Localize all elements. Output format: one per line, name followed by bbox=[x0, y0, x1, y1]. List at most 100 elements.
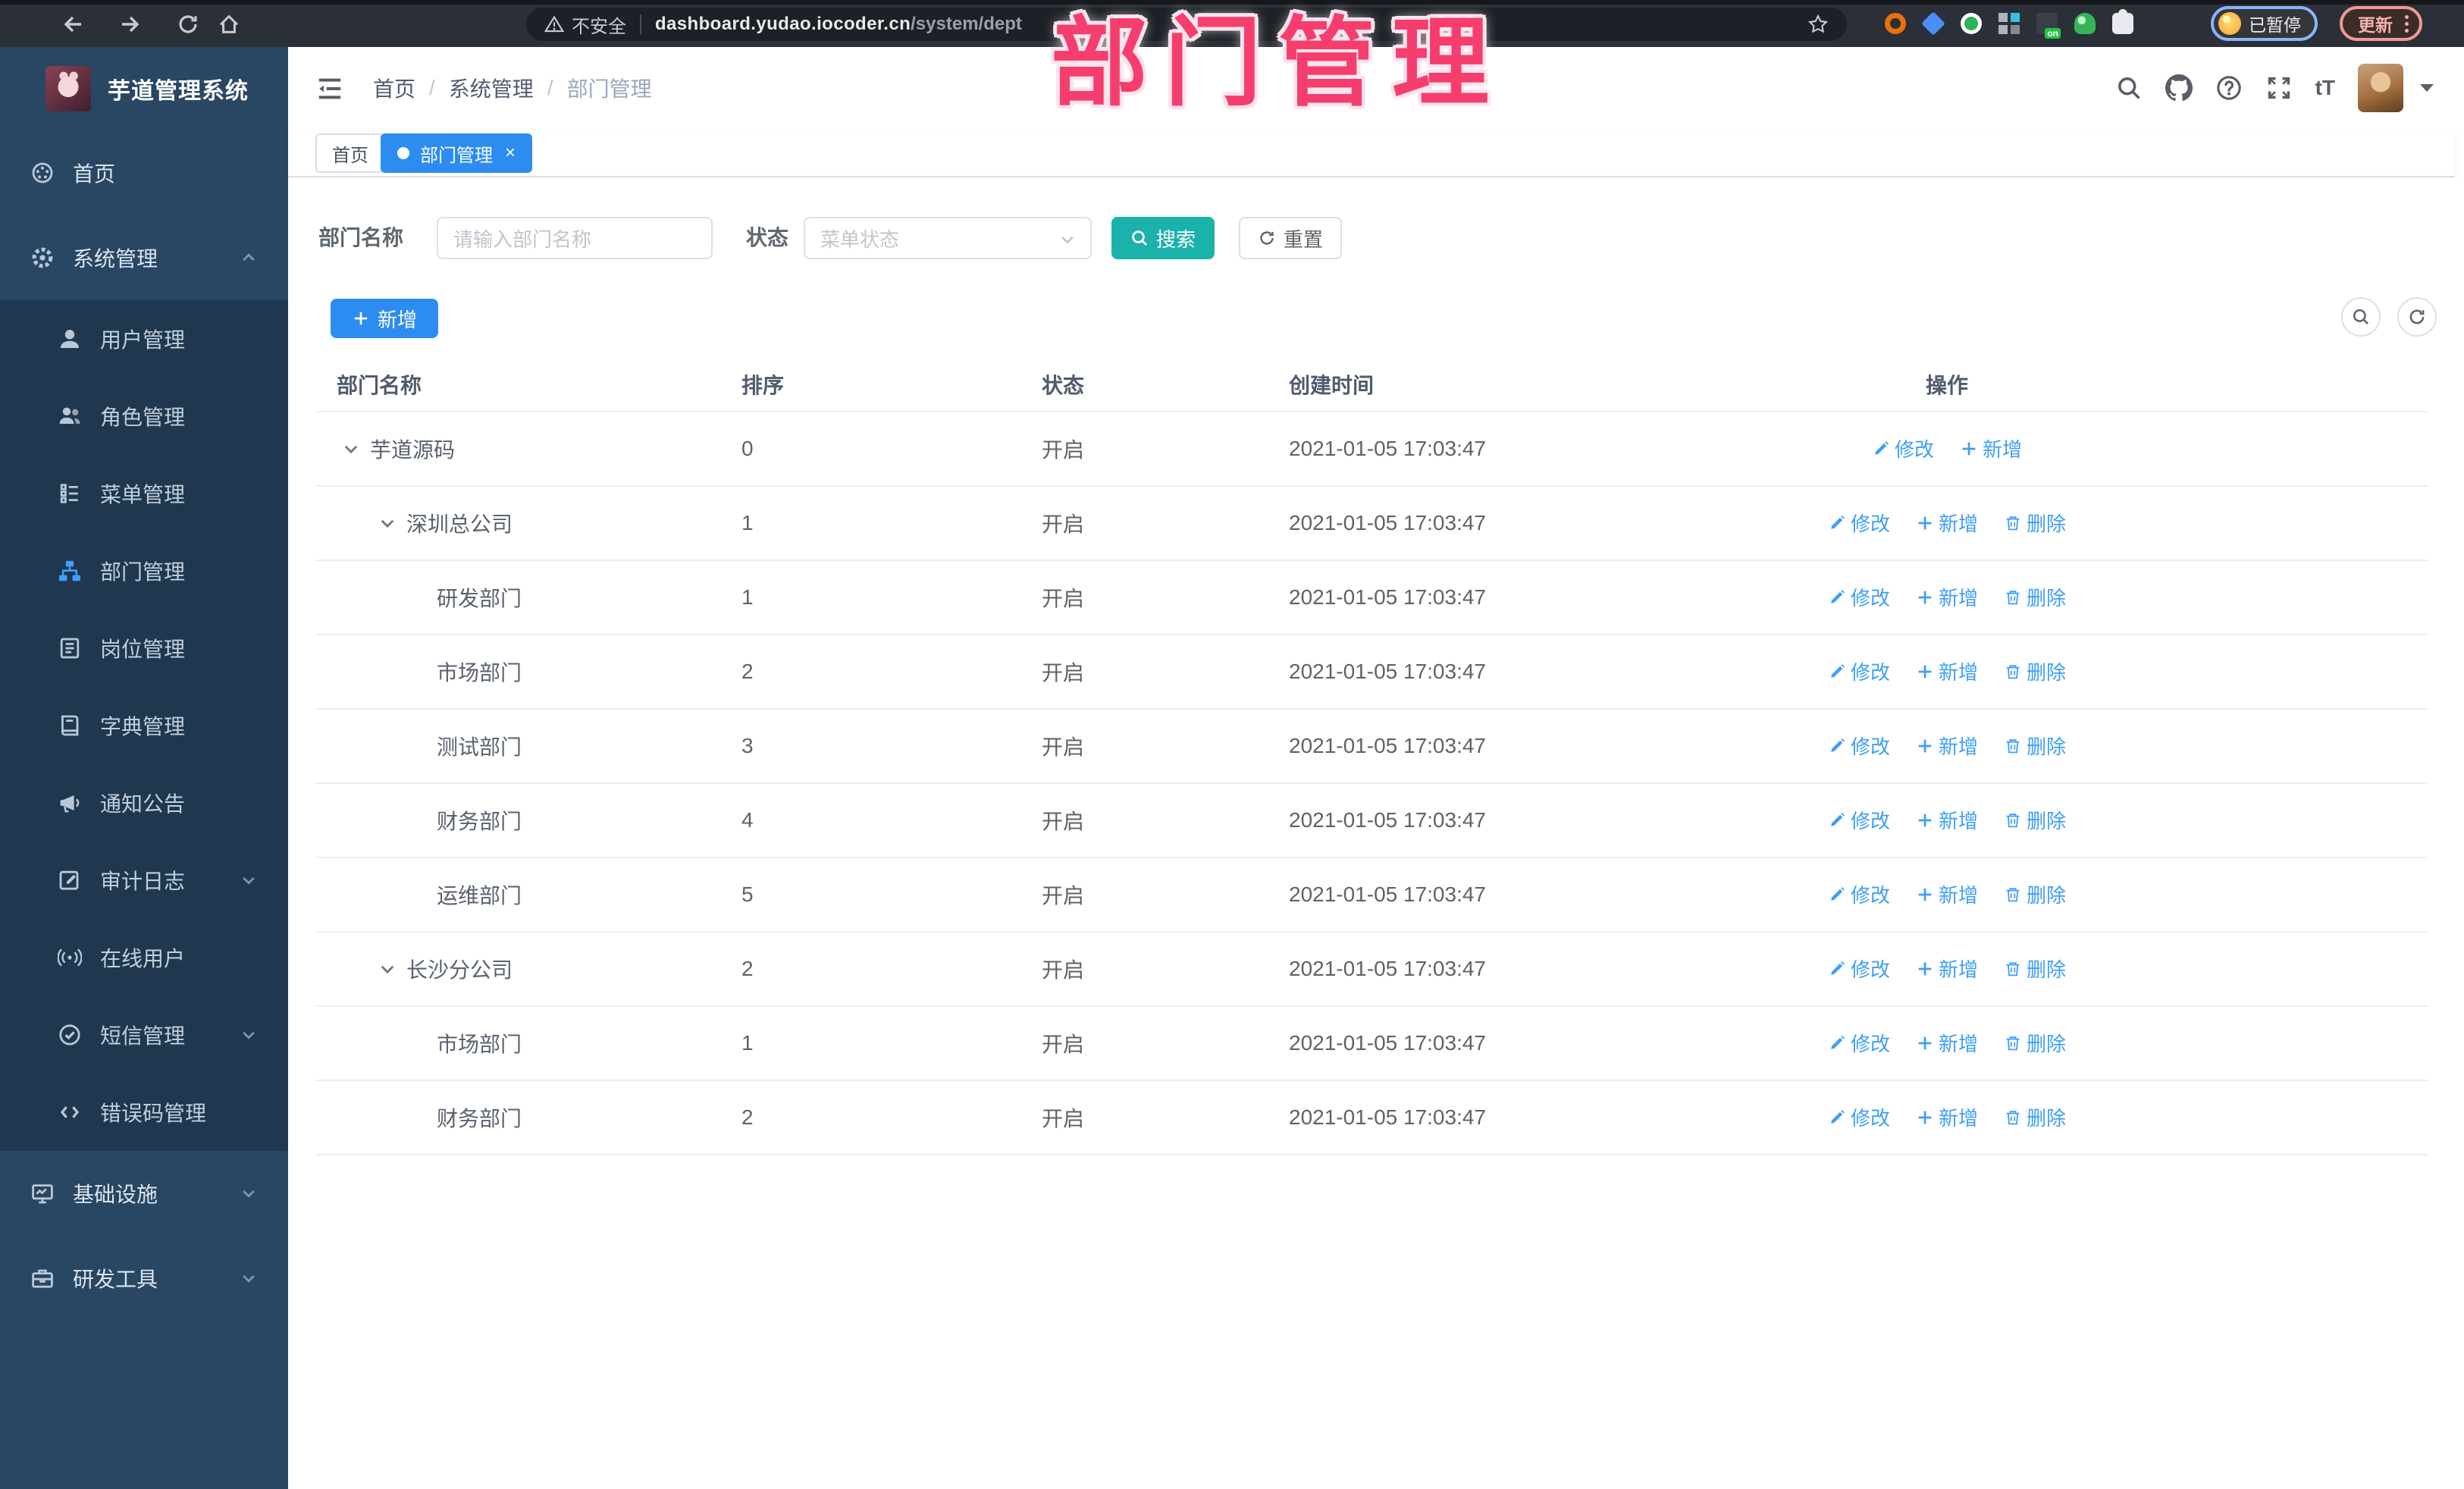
table-row[interactable]: 财务部门 4 开启 2021-01-05 17:03:47 修改 新增 删除 bbox=[315, 784, 2428, 858]
add-action-link[interactable]: 新增 bbox=[1916, 1029, 1978, 1057]
help-icon[interactable] bbox=[2215, 74, 2243, 102]
tab-home[interactable]: 首页 bbox=[315, 133, 385, 173]
delete-action-link[interactable]: 删除 bbox=[2004, 880, 2066, 908]
user-avatar[interactable] bbox=[2358, 64, 2403, 112]
sidebar-item-基础设施[interactable]: 基础设施 bbox=[0, 1151, 288, 1236]
sidebar-item-审计日志[interactable]: 审计日志 bbox=[0, 842, 288, 919]
sidebar-item-短信管理[interactable]: 短信管理 bbox=[0, 996, 288, 1074]
gear-icon bbox=[30, 246, 55, 270]
edit-action-link[interactable]: 修改 bbox=[1828, 657, 1890, 685]
table-row[interactable]: 财务部门 2 开启 2021-01-05 17:03:47 修改 新增 删除 bbox=[315, 1081, 2428, 1155]
add-action-link[interactable]: 新增 bbox=[1916, 880, 1978, 908]
edit-action-link[interactable]: 修改 bbox=[1828, 1029, 1890, 1057]
table-row[interactable]: 长沙分公司 2 开启 2021-01-05 17:03:47 修改 新增 删除 bbox=[315, 933, 2428, 1007]
app-logo-row[interactable]: 芋道管理系统 bbox=[0, 47, 288, 130]
bookmark-star-icon[interactable] bbox=[1807, 14, 1829, 35]
delete-action-link[interactable]: 删除 bbox=[2004, 657, 2066, 685]
delete-action-link[interactable]: 删除 bbox=[2004, 806, 2066, 834]
extension-green-icon[interactable] bbox=[1961, 13, 1982, 34]
sidebar-item-错误码管理[interactable]: 错误码管理 bbox=[0, 1074, 288, 1151]
sidebar-collapse-icon[interactable] bbox=[315, 74, 344, 103]
delete-action-link[interactable]: 删除 bbox=[2004, 955, 2066, 983]
table-row[interactable]: 研发部门 1 开启 2021-01-05 17:03:47 修改 新增 删除 bbox=[315, 561, 2428, 635]
add-action-link[interactable]: 新增 bbox=[1916, 1103, 1978, 1131]
breadcrumb-system[interactable]: 系统管理 bbox=[449, 73, 534, 103]
status-cell: 开启 bbox=[1042, 810, 1085, 833]
tree-expand-icon[interactable] bbox=[378, 959, 397, 979]
sidebar-item-岗位管理[interactable]: 岗位管理 bbox=[0, 610, 288, 687]
delete-action-link[interactable]: 删除 bbox=[2004, 583, 2066, 611]
add-action-link[interactable]: 新增 bbox=[1916, 509, 1978, 537]
extension-ring-icon[interactable] bbox=[1885, 13, 1906, 34]
edit-action-link[interactable]: 修改 bbox=[1828, 732, 1890, 760]
browser-home-icon[interactable] bbox=[217, 12, 241, 36]
browser-address-bar[interactable]: 不安全 dashboard.yudao.iocoder.cn /system/d… bbox=[526, 8, 1847, 41]
extension-switch-icon[interactable] bbox=[2036, 13, 2061, 39]
delete-action-link[interactable]: 删除 bbox=[2004, 509, 2066, 537]
action-label: 新增 bbox=[1938, 958, 1978, 982]
breadcrumb-home[interactable]: 首页 bbox=[373, 73, 415, 103]
edit-action-link[interactable]: 修改 bbox=[1828, 880, 1890, 908]
add-dept-button[interactable]: 新增 bbox=[331, 299, 438, 338]
extension-key-icon[interactable] bbox=[2074, 13, 2096, 34]
dept-name-input[interactable]: 请输入部门名称 bbox=[437, 217, 713, 259]
edit-action-link[interactable]: 修改 bbox=[1828, 509, 1890, 537]
tab-close-icon[interactable]: × bbox=[505, 144, 516, 162]
delete-action-link[interactable]: 删除 bbox=[2004, 1029, 2066, 1057]
sidebar-item-用户管理[interactable]: 用户管理 bbox=[0, 300, 288, 378]
github-icon[interactable] bbox=[2165, 74, 2193, 102]
table-row[interactable]: 市场部门 2 开启 2021-01-05 17:03:47 修改 新增 删除 bbox=[315, 635, 2428, 710]
edit-action-link[interactable]: 修改 bbox=[1828, 955, 1890, 983]
delete-action-link[interactable]: 删除 bbox=[2004, 1103, 2066, 1131]
delete-action-link[interactable]: 删除 bbox=[2004, 732, 2066, 760]
extension-gem-icon[interactable] bbox=[1921, 11, 1945, 36]
extension-grid-icon[interactable] bbox=[1998, 13, 2020, 34]
browser-reload-icon[interactable] bbox=[176, 12, 200, 36]
font-size-icon[interactable]: tT bbox=[2315, 74, 2335, 102]
sidebar-item-部门管理[interactable]: 部门管理 bbox=[0, 532, 288, 610]
table-row[interactable]: 芋道源码 0 开启 2021-01-05 17:03:47 修改 新增 bbox=[315, 412, 2428, 487]
table-row[interactable]: 市场部门 1 开启 2021-01-05 17:03:47 修改 新增 删除 bbox=[315, 1007, 2428, 1081]
fullscreen-icon[interactable] bbox=[2265, 74, 2293, 102]
edit-action-link[interactable]: 修改 bbox=[1872, 434, 1934, 462]
header-search-icon[interactable] bbox=[2115, 74, 2143, 102]
tab-dept-management[interactable]: 部门管理 × bbox=[381, 133, 533, 173]
table-row[interactable]: 测试部门 3 开启 2021-01-05 17:03:47 修改 新增 删除 bbox=[315, 710, 2428, 784]
edit-action-link[interactable]: 修改 bbox=[1828, 583, 1890, 611]
sidebar-item-字典管理[interactable]: 字典管理 bbox=[0, 687, 288, 764]
refresh-table-button[interactable] bbox=[2397, 297, 2437, 337]
sidebar-item-菜单管理[interactable]: 菜单管理 bbox=[0, 455, 288, 532]
browser-forward-icon[interactable] bbox=[118, 12, 143, 36]
show-search-toggle-button[interactable] bbox=[2341, 297, 2381, 337]
browser-menu-icon[interactable] bbox=[2405, 14, 2409, 33]
tree-expand-icon[interactable] bbox=[341, 439, 361, 459]
browser-profile-chip[interactable]: 已暂停 bbox=[2211, 6, 2318, 41]
search-button[interactable]: 搜索 bbox=[1111, 217, 1215, 259]
edit-action-link[interactable]: 修改 bbox=[1828, 1103, 1890, 1131]
sidebar-item-首页[interactable]: 首页 bbox=[0, 130, 288, 215]
sidebar-item-角色管理[interactable]: 角色管理 bbox=[0, 378, 288, 455]
extensions-puzzle-icon[interactable] bbox=[2112, 9, 2133, 34]
tree-expand-icon[interactable] bbox=[378, 513, 397, 533]
edit-action-link[interactable]: 修改 bbox=[1828, 806, 1890, 834]
edit-icon bbox=[1828, 960, 1846, 978]
table-row[interactable]: 运维部门 5 开启 2021-01-05 17:03:47 修改 新增 删除 bbox=[315, 858, 2428, 933]
add-action-link[interactable]: 新增 bbox=[1916, 583, 1978, 611]
plus-icon bbox=[1916, 737, 1934, 755]
action-label: 修改 bbox=[1850, 1033, 1890, 1056]
add-action-link[interactable]: 新增 bbox=[1916, 657, 1978, 685]
add-action-link[interactable]: 新增 bbox=[1916, 732, 1978, 760]
browser-update-chip[interactable]: 更新 bbox=[2340, 6, 2422, 41]
add-action-link[interactable]: 新增 bbox=[1916, 955, 1978, 983]
status-select[interactable]: 菜单状态 bbox=[804, 217, 1092, 259]
user-menu-caret-icon[interactable] bbox=[2420, 84, 2434, 92]
reset-button[interactable]: 重置 bbox=[1239, 217, 1342, 259]
sidebar-item-通知公告[interactable]: 通知公告 bbox=[0, 764, 288, 842]
sidebar-item-研发工具[interactable]: 研发工具 bbox=[0, 1236, 288, 1321]
table-row[interactable]: 深圳总公司 1 开启 2021-01-05 17:03:47 修改 新增 删除 bbox=[315, 487, 2428, 561]
sidebar-item-在线用户[interactable]: 在线用户 bbox=[0, 919, 288, 996]
browser-back-icon[interactable] bbox=[61, 12, 85, 36]
add-action-link[interactable]: 新增 bbox=[1916, 806, 1978, 834]
sidebar-item-系统管理[interactable]: 系统管理 bbox=[0, 215, 288, 300]
add-action-link[interactable]: 新增 bbox=[1960, 434, 2022, 462]
